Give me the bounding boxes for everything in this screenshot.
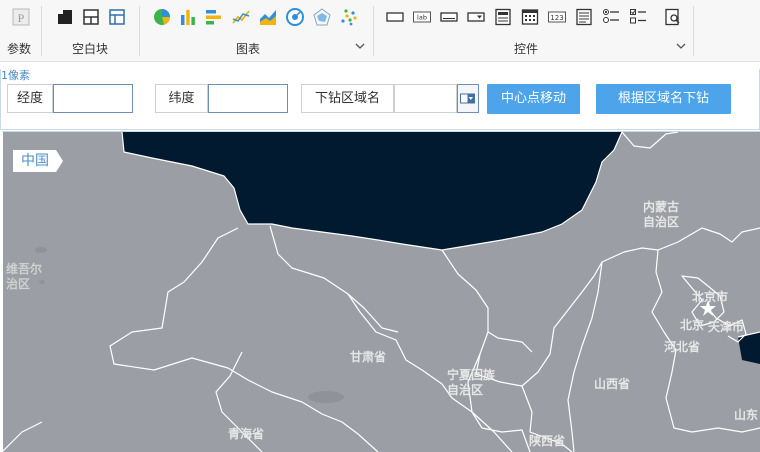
region-label-qinghai: 青海省 — [228, 427, 265, 441]
parameter-icon[interactable]: P — [11, 7, 31, 27]
bar-chart-icon[interactable] — [178, 7, 198, 27]
region-label-shanxi: 山西省 — [594, 377, 631, 391]
number-widget-icon[interactable]: 123 — [547, 7, 567, 27]
pixel-size-label: 1像素 — [1, 69, 30, 82]
grid-block-icon[interactable] — [107, 7, 127, 27]
region-label-gansu: 甘肃省 — [350, 350, 387, 364]
dropdown-widget-icon[interactable] — [466, 7, 486, 27]
ribbon-group-params: P 参数 — [0, 0, 42, 61]
gauge-chart-icon[interactable] — [285, 7, 305, 27]
line-chart-icon[interactable] — [231, 7, 251, 27]
radio-group-widget-icon[interactable] — [601, 7, 621, 27]
map-canvas — [2, 132, 760, 452]
ribbon-group-widgets: lab 123 控件 — [374, 0, 694, 61]
text-field-widget-icon[interactable] — [439, 7, 459, 27]
chevron-down-icon[interactable] — [355, 41, 365, 51]
drill-area-input[interactable] — [394, 84, 457, 113]
area-chart-icon[interactable] — [258, 7, 278, 27]
list-widget-icon[interactable] — [493, 7, 513, 27]
region-label-shaanxi: 陕西省 — [529, 434, 566, 448]
textarea-widget-icon[interactable] — [574, 7, 594, 27]
breadcrumb-china[interactable]: 中国 — [13, 150, 63, 172]
region-label-tianjin: 天津市 — [708, 320, 745, 334]
svg-text:lab: lab — [417, 14, 427, 22]
horizontal-bar-icon[interactable] — [204, 7, 224, 27]
drill-area-dropdown-button[interactable] — [457, 84, 479, 113]
chevron-down-icon[interactable] — [676, 41, 686, 51]
ribbon-group-blank: 空白块 — [42, 0, 140, 61]
label-widget-icon[interactable]: lab — [412, 7, 432, 27]
scatter-chart-icon[interactable] — [339, 7, 359, 27]
longitude-input[interactable] — [53, 84, 133, 113]
split-block-icon[interactable] — [81, 7, 101, 27]
ribbon-group-label: 空白块 — [72, 42, 109, 56]
svg-text:P: P — [18, 11, 25, 25]
region-label-hebei: 河北省 — [664, 340, 701, 354]
china-map[interactable]: 中国 维吾尔 治区 内蒙古 自治区 北京市 北京 天津市 河北省 甘肃省 宁夏回族自… — [2, 131, 760, 452]
parameter-form: 1像素 经度 纬度 下钻区域名 中心点移动 根据区域名下钻 — [0, 69, 760, 130]
region-label-shandong: 山东 — [734, 408, 759, 422]
drill-by-area-button[interactable]: 根据区域名下钻 — [596, 84, 731, 114]
checkbox-group-widget-icon[interactable] — [628, 7, 648, 27]
ribbon-group-label: 图表 — [236, 42, 261, 56]
region-label-beijing-city: 北京市 — [692, 290, 729, 304]
ribbon-group-charts: 图表 — [140, 0, 374, 61]
region-label-xinjiang: 维吾尔 治区 — [6, 262, 43, 291]
latitude-input[interactable] — [208, 84, 288, 113]
svg-text:123: 123 — [550, 14, 563, 22]
search-widget-icon[interactable] — [663, 7, 683, 27]
region-label-ningxia: 宁夏回族 自治区 — [447, 368, 496, 397]
region-label-beijing: 北京 — [680, 318, 705, 332]
latitude-label: 纬度 — [155, 84, 208, 113]
pie-chart-icon[interactable] — [152, 7, 172, 27]
center-move-button[interactable]: 中心点移动 — [487, 84, 580, 114]
date-widget-icon[interactable] — [520, 7, 540, 27]
ribbon-group-label: 参数 — [7, 42, 32, 56]
drill-area-label: 下钻区域名 — [301, 84, 394, 113]
region-label-neimenggu: 内蒙古 自治区 — [643, 200, 680, 229]
ribbon-divider — [693, 6, 694, 56]
ribbon-toolbar: P 参数 空白块 图表 lab 123 控件 — [0, 0, 760, 62]
button-widget-icon[interactable] — [385, 7, 405, 27]
radar-chart-icon[interactable] — [312, 7, 332, 27]
longitude-label: 经度 — [7, 84, 53, 113]
blank-block-icon[interactable] — [55, 7, 75, 27]
ribbon-group-label: 控件 — [514, 42, 539, 56]
dropdown-arrow-icon — [460, 93, 475, 104]
